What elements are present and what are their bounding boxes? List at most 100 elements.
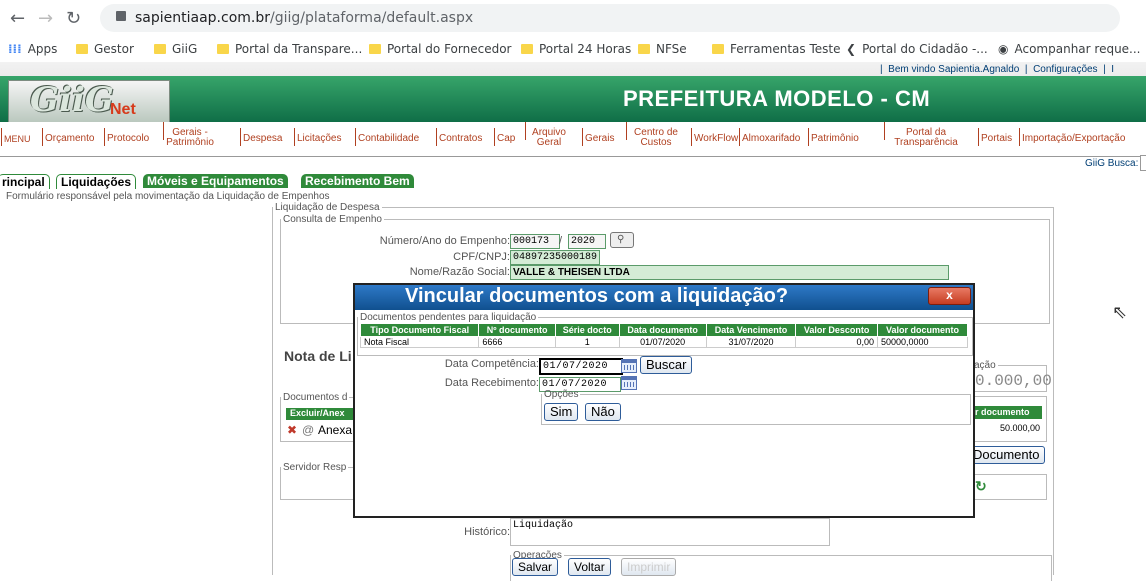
sim-button[interactable]: Sim	[544, 403, 579, 421]
valor-documento-cell: 50.000,00	[999, 423, 1040, 433]
busca-label: GiiG Busca:	[1085, 158, 1139, 169]
col-numero: Nº documento	[478, 323, 556, 337]
menu-despesa[interactable]: Despesa	[239, 128, 282, 146]
tab-liquidacoes[interactable]: Liquidações	[56, 174, 137, 189]
close-button[interactable]: x	[928, 287, 971, 305]
cpf-label: CPF/CNPJ:	[453, 251, 510, 263]
documento-button[interactable]: Documento	[968, 446, 1046, 464]
tab-principal[interactable]: rincipal	[0, 174, 50, 189]
cell-valor-desconto: 0,00	[795, 336, 878, 348]
menu-gerais-patrimonio[interactable]: Gerais - Patrimônio	[163, 122, 214, 148]
bookmark-label: Portal da Transpare...	[235, 42, 363, 56]
search-empenho-button[interactable]: ⚲	[610, 232, 634, 248]
menu-portal-transparencia[interactable]: Portal da Transparência	[884, 122, 965, 148]
documentos-right-fieldset	[972, 396, 1047, 442]
buscar-button[interactable]: Buscar	[640, 356, 693, 374]
tab-recebimento-bem[interactable]: Recebimento Bem	[301, 174, 414, 188]
tab-moveis-equipamentos[interactable]: Móveis e Equipamentos	[143, 174, 288, 188]
magnifier-icon: ⚲	[617, 234, 625, 245]
menu-almoxarifado[interactable]: Almoxarifado	[738, 128, 800, 146]
bookmark-apps[interactable]: ⁞⁞⁞ Apps	[8, 42, 57, 56]
bookmark-portal-cidadao[interactable]: ❮ Portal do Cidadão -...	[846, 42, 988, 56]
globe-icon: ◉	[998, 42, 1009, 56]
calendar-icon[interactable]	[621, 376, 637, 390]
bookmark-giig[interactable]: GiiG	[154, 42, 197, 56]
historico-textarea[interactable]: Liquidação	[510, 518, 830, 546]
menu-workflow[interactable]: WorkFlow	[690, 128, 738, 146]
reload-icon[interactable]: ↻	[66, 8, 81, 29]
forward-icon[interactable]: →	[38, 8, 53, 29]
apps-grid-icon: ⁞⁞⁞	[8, 42, 22, 56]
calendar-icon[interactable]	[621, 359, 637, 373]
url-path: /giig/plataforma/default.aspx	[270, 10, 474, 26]
page-title: PREFEITURA MODELO - CM	[623, 86, 931, 111]
anexa-link[interactable]: Anexa	[318, 423, 352, 437]
delete-icon[interactable]: ✖	[287, 423, 297, 437]
nota-heading: Nota de Li	[284, 348, 352, 364]
menu-protocolo[interactable]: Protocolo	[103, 128, 149, 146]
cpf-field: 04897235000189	[510, 250, 600, 265]
bookmark-ferramentas[interactable]: Ferramentas Teste	[712, 42, 840, 56]
bookmark-portal-transparencia[interactable]: Portal da Transpare...	[217, 42, 362, 56]
nome-field: VALLE & THEISEN LTDA	[510, 265, 949, 280]
menu-gerais[interactable]: Gerais	[581, 128, 614, 146]
menu-portais[interactable]: Portais	[977, 128, 1012, 146]
user-strip: | Bem vindo Sapientia.Agnaldo | Configur…	[880, 64, 1115, 75]
logo-subtext: Net	[110, 101, 136, 118]
menu-orcamento[interactable]: Orçamento	[41, 128, 94, 146]
menu-licitacoes[interactable]: Licitações	[293, 128, 341, 146]
table-header-row: Tipo Documento Fiscal Nº documento Série…	[359, 323, 969, 337]
bookmark-acompanhar[interactable]: ◉ Acompanhar reque...	[998, 42, 1141, 56]
nome-label: Nome/Razão Social:	[409, 266, 510, 278]
bookmark-portal-24h[interactable]: Portal 24 Horas	[521, 42, 631, 56]
bookmark-label: Acompanhar reque...	[1014, 42, 1141, 56]
col-tipo: Tipo Documento Fiscal	[359, 323, 480, 337]
competencia-input[interactable]: 01/07/2020	[539, 358, 623, 375]
menu-contabilidade[interactable]: Contabilidade	[354, 128, 419, 146]
folder-icon	[521, 44, 533, 54]
cell-valor-documento: 50000,0000	[876, 336, 969, 348]
slash-separator: /	[559, 235, 563, 247]
opcoes-legend: Opções	[544, 389, 579, 400]
ano-input[interactable]: 2020	[568, 234, 606, 249]
cell-serie: 1	[554, 336, 620, 348]
menu-arquivo-geral[interactable]: Arquivo Geral	[525, 122, 570, 148]
menu-cap[interactable]: Cap	[493, 128, 515, 146]
menu-contratos[interactable]: Contratos	[435, 128, 482, 146]
servidor-fieldset: Servidor Resp	[280, 462, 355, 500]
table-row[interactable]: Nota Fiscal 6666 1 01/07/2020 31/07/2020…	[359, 336, 969, 348]
col-data-vencimento: Data Vencimento	[705, 323, 797, 337]
numero-input[interactable]: 000173	[510, 234, 560, 249]
busca-input[interactable]	[1140, 155, 1146, 171]
voltar-button[interactable]: Voltar	[568, 558, 611, 576]
bookmark-label: NFSe	[656, 42, 687, 56]
paperclip-icon[interactable]: @	[302, 423, 314, 437]
bookmark-portal-fornecedor[interactable]: Portal do Fornecedor	[369, 42, 511, 56]
menu-label[interactable]: MENU	[1, 128, 31, 146]
folder-icon	[154, 44, 166, 54]
url-host: sapientiaap.com.br	[135, 10, 271, 26]
salvar-button[interactable]: Salvar	[512, 558, 559, 576]
menu-importacao[interactable]: Importação/Exportação	[1018, 128, 1125, 146]
bookmark-nfse[interactable]: NFSe	[638, 42, 687, 56]
cell-tipo: Nota Fiscal	[359, 336, 480, 348]
refresh-icon[interactable]: ↻	[975, 478, 987, 495]
menu-patrimonio[interactable]: Patrimônio	[808, 128, 859, 146]
competencia-label: Data Competência:	[444, 358, 539, 370]
back-icon[interactable]: ←	[10, 8, 25, 29]
bookmark-label: Portal do Cidadão -...	[862, 42, 988, 56]
bookmark-label: GiiG	[172, 42, 198, 56]
recebimento-label: Data Recebimento:	[444, 377, 539, 389]
col-valor-documento: Valor documento	[876, 323, 969, 337]
valor-documento-header: r documento	[975, 406, 1042, 419]
bookmark-label: Gestor	[94, 42, 134, 56]
numero-label: Número/Ano do Empenho:	[379, 235, 510, 247]
bookmark-label: Apps	[27, 42, 58, 56]
url-text[interactable]: sapientiaap.com.br/giig/plataforma/defau…	[135, 10, 473, 26]
menu-centro-custos[interactable]: Centro de Custos	[626, 122, 683, 148]
config-link[interactable]: Configurações	[1033, 64, 1097, 75]
nao-button[interactable]: Não	[585, 403, 621, 421]
bookmark-gestor[interactable]: Gestor	[76, 42, 134, 56]
documentos-table: Tipo Documento Fiscal Nº documento Série…	[359, 323, 969, 348]
folder-icon	[369, 44, 381, 54]
